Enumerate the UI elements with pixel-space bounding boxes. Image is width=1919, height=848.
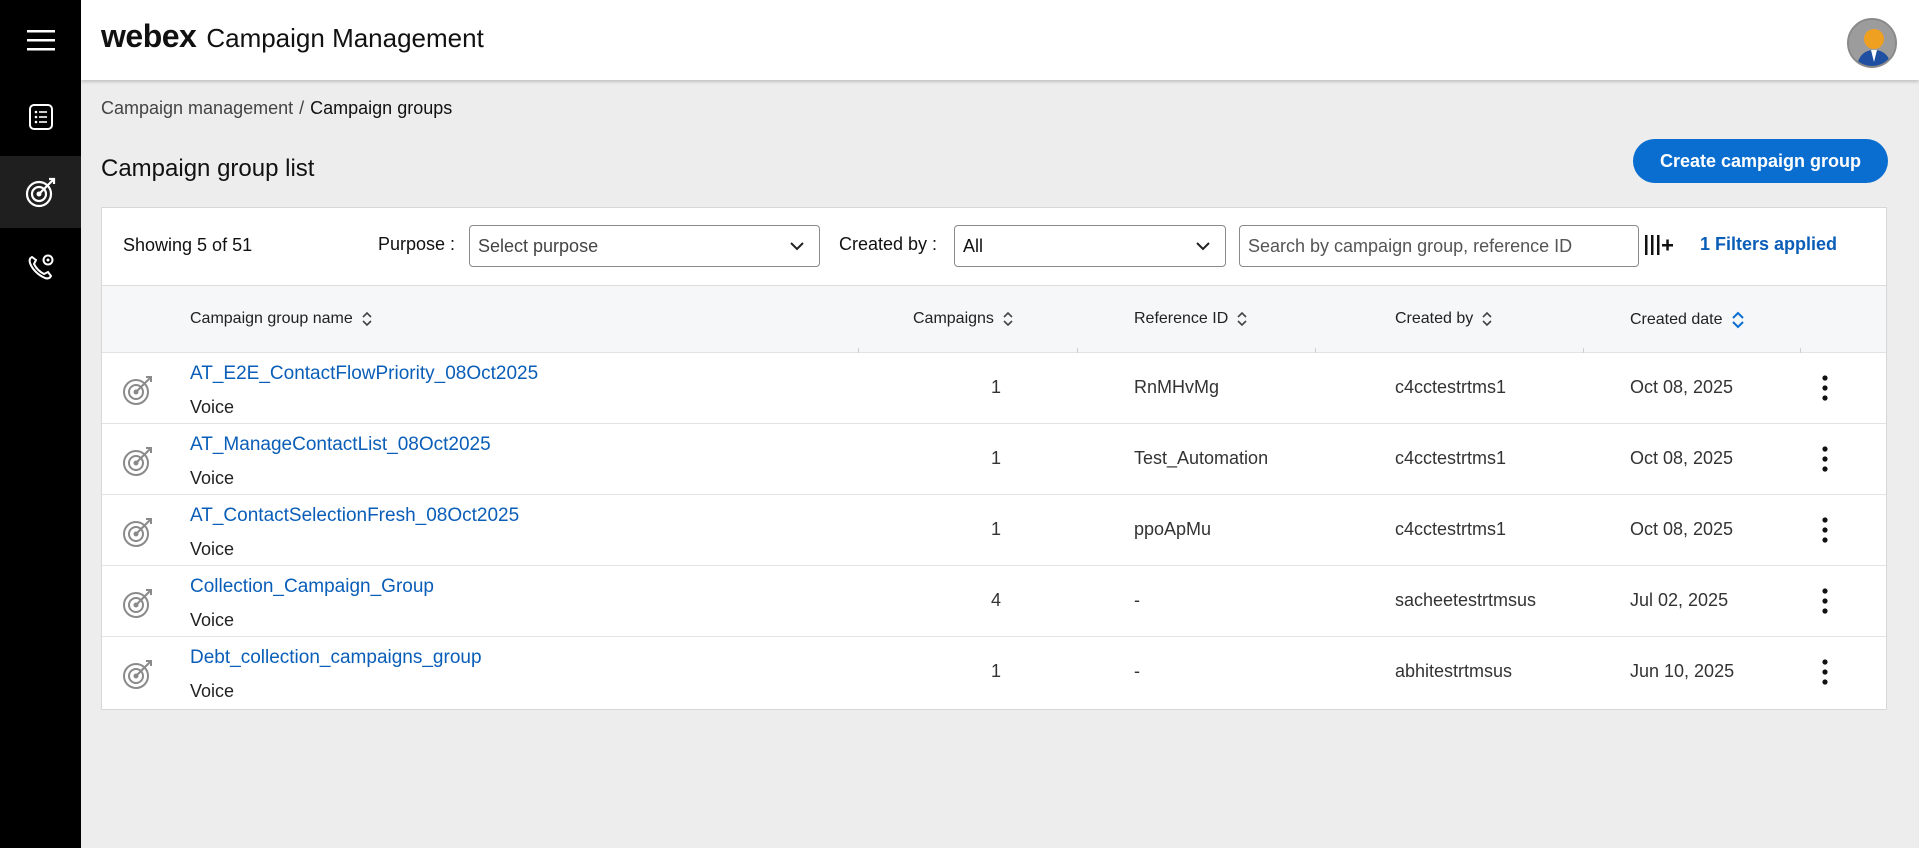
phone-settings-icon xyxy=(28,254,53,280)
reference-id: Test_Automation xyxy=(1134,448,1269,468)
left-nav-rail xyxy=(0,0,81,848)
filters-applied-link[interactable]: 1 Filters applied xyxy=(1700,234,1837,255)
nav-dialer-settings[interactable] xyxy=(0,231,81,303)
purpose-label: Purpose : xyxy=(378,234,456,254)
column-header-created-date-label: Created date xyxy=(1630,311,1723,328)
nav-campaigns[interactable] xyxy=(0,156,81,228)
chevron-down-icon xyxy=(1196,242,1210,251)
results-count: Showing 5 of 51 xyxy=(123,235,253,255)
created-by-label: Created by : xyxy=(839,234,938,254)
campaigns-count: 1 xyxy=(990,661,1001,681)
target-icon xyxy=(25,177,55,208)
table-header: Campaign group name Campaigns Reference … xyxy=(102,286,1886,353)
created-date: Oct 08, 2025 xyxy=(1630,448,1734,468)
column-header-reference[interactable]: Reference ID xyxy=(1134,310,1248,328)
campaign-type: Voice xyxy=(190,681,235,701)
campaigns-count: 1 xyxy=(990,448,1001,468)
campaign-group-link[interactable]: AT_ManageContactList_08Oct2025 xyxy=(190,434,491,456)
column-header-name[interactable]: Campaign group name xyxy=(190,310,373,328)
column-header-created-date[interactable]: Created date xyxy=(1630,310,1745,330)
table-row: AT_ContactSelectionFresh_08Oct2025 Voice… xyxy=(102,495,1886,566)
column-header-name-label: Campaign group name xyxy=(190,310,353,327)
column-header-created-by-label: Created by xyxy=(1395,310,1474,327)
column-header-campaigns-label: Campaigns xyxy=(913,310,994,327)
menu-button[interactable] xyxy=(0,4,81,76)
column-header-reference-label: Reference ID xyxy=(1134,310,1229,327)
page-title: Campaign group list xyxy=(101,155,315,182)
campaign-group-link[interactable]: Collection_Campaign_Group xyxy=(190,576,434,598)
campaign-type: Voice xyxy=(190,539,235,559)
table-row: AT_ManageContactList_08Oct2025 Voice 1 T… xyxy=(102,424,1886,495)
campaign-type: Voice xyxy=(190,610,235,630)
created-by: abhitestrtmsus xyxy=(1395,661,1513,681)
table-row: Debt_collection_campaigns_group Voice 1 … xyxy=(102,637,1886,708)
nav-contact-list[interactable] xyxy=(0,81,81,153)
created-by: c4cctestrtms1 xyxy=(1395,377,1507,397)
column-header-campaigns[interactable]: Campaigns xyxy=(913,310,1014,328)
more-options-icon[interactable] xyxy=(1819,444,1831,474)
campaigns-count: 1 xyxy=(990,377,1001,397)
user-avatar[interactable] xyxy=(1847,18,1897,68)
created-by-select[interactable]: All xyxy=(954,225,1226,267)
filter-toolbar: Showing 5 of 51 Purpose : Select purpose… xyxy=(102,208,1886,286)
app-title: Campaign Management xyxy=(206,23,484,53)
campaign-target-icon xyxy=(123,447,152,476)
webex-logo: webex xyxy=(101,18,197,54)
campaign-target-icon xyxy=(123,518,152,547)
created-date: Jul 02, 2025 xyxy=(1630,590,1729,610)
user-avatar-icon xyxy=(1849,20,1895,66)
column-header-created-by[interactable]: Created by xyxy=(1395,310,1493,328)
campaign-type: Voice xyxy=(190,468,235,488)
breadcrumb-separator: / xyxy=(299,98,305,118)
sort-icon xyxy=(362,311,372,327)
sort-active-icon xyxy=(1731,311,1744,329)
reference-id: - xyxy=(1134,661,1140,681)
purpose-select[interactable]: Select purpose xyxy=(469,225,820,267)
breadcrumb-parent[interactable]: Campaign management xyxy=(101,98,293,118)
reference-id: RnMHvMg xyxy=(1134,377,1220,397)
campaigns-count: 4 xyxy=(990,590,1001,610)
reference-id: - xyxy=(1134,590,1140,610)
more-options-icon[interactable] xyxy=(1819,373,1831,403)
campaign-target-icon xyxy=(123,376,152,405)
campaigns-count: 1 xyxy=(990,519,1001,539)
more-options-icon[interactable] xyxy=(1819,657,1831,687)
more-options-icon[interactable] xyxy=(1819,586,1831,616)
campaign-group-link[interactable]: AT_E2E_ContactFlowPriority_08Oct2025 xyxy=(190,363,538,385)
sort-icon xyxy=(1003,311,1013,327)
created-date: Jun 10, 2025 xyxy=(1630,661,1735,681)
more-options-icon[interactable] xyxy=(1819,515,1831,545)
created-by-select-value: All xyxy=(963,236,984,256)
breadcrumb-current: Campaign groups xyxy=(310,98,453,118)
column-settings-icon[interactable] xyxy=(1644,232,1674,260)
table-row: AT_E2E_ContactFlowPriority_08Oct2025 Voi… xyxy=(102,353,1886,424)
campaign-group-link[interactable]: AT_ContactSelectionFresh_08Oct2025 xyxy=(190,505,519,527)
app-header: webex Campaign Management xyxy=(81,0,1919,80)
sort-icon xyxy=(1482,311,1492,327)
sort-icon xyxy=(1237,311,1247,327)
created-date: Oct 08, 2025 xyxy=(1630,519,1734,539)
breadcrumb: Campaign management / Campaign groups xyxy=(101,98,452,119)
table-row: Collection_Campaign_Group Voice 4 - sach… xyxy=(102,566,1886,637)
campaign-group-panel: Showing 5 of 51 Purpose : Select purpose… xyxy=(101,207,1887,710)
create-campaign-group-button[interactable]: Create campaign group xyxy=(1633,139,1888,183)
list-document-icon xyxy=(28,104,53,130)
campaign-type: Voice xyxy=(190,397,235,417)
campaign-target-icon xyxy=(123,660,152,689)
hamburger-icon xyxy=(26,30,55,51)
campaign-group-link[interactable]: Debt_collection_campaigns_group xyxy=(190,647,482,669)
created-by: c4cctestrtms1 xyxy=(1395,448,1507,468)
created-by: sacheetestrtmsus xyxy=(1395,590,1537,610)
reference-id: ppoApMu xyxy=(1134,519,1212,539)
created-date: Oct 08, 2025 xyxy=(1630,377,1734,397)
chevron-down-icon xyxy=(790,242,804,251)
app-brand: webex Campaign Management xyxy=(101,18,484,55)
created-by: c4cctestrtms1 xyxy=(1395,519,1507,539)
campaign-target-icon xyxy=(123,589,152,618)
search-input[interactable] xyxy=(1239,225,1639,267)
purpose-select-value: Select purpose xyxy=(478,236,599,256)
